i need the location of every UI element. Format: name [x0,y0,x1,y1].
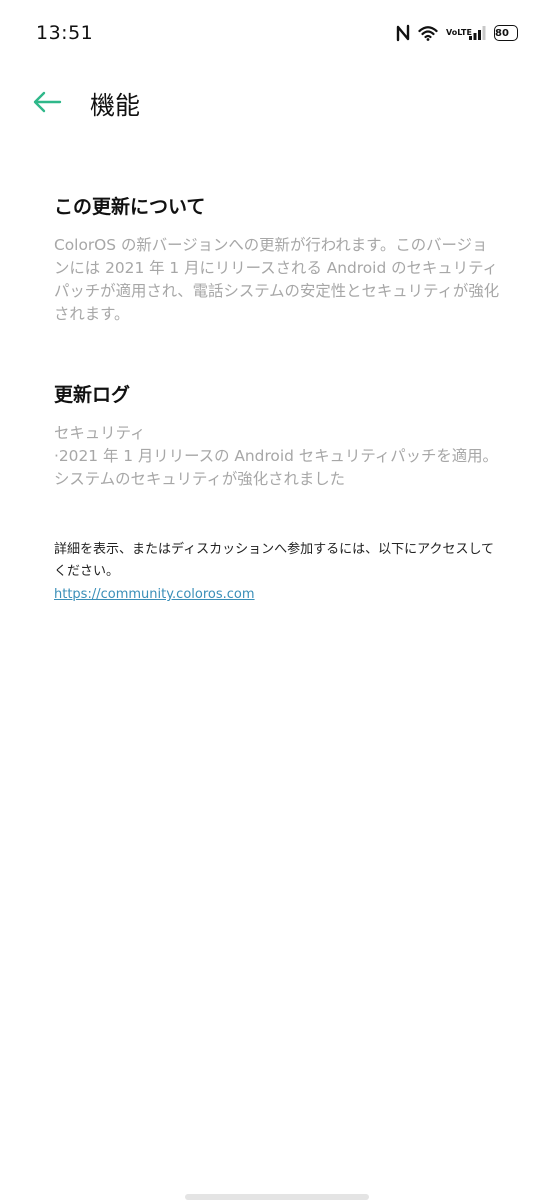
release-notes-content: この更新について ColorOS の新バージョンへの更新が行われます。このバージ… [54,190,502,606]
back-button[interactable] [26,84,68,124]
status-icons: Vo LTE 80 [396,22,518,44]
volte-icon: Vo LTE [446,28,472,37]
changelog-item: ·2021 年 1 月リリースの Android セキュリティパッチを適用。シス… [54,447,498,488]
battery-icon: 80 [494,25,518,41]
changelog-body: セキュリティ ·2021 年 1 月リリースの Android セキュリティパッ… [54,422,502,491]
page-title: 機能 [90,91,141,120]
arrow-left-icon [32,91,62,117]
more-info-section: 詳細を表示、またはディスカッションへ参加するには、以下にアクセスしてください。 … [54,539,502,606]
volte-top-label: Vo [446,28,458,37]
wifi-icon [418,25,438,41]
nfc-icon [396,24,410,42]
about-section: この更新について ColorOS の新バージョンへの更新が行われます。このバージ… [54,190,502,326]
signal-icon [468,25,486,41]
gesture-navigation-bar[interactable] [185,1194,369,1200]
about-heading: この更新について [54,196,206,218]
app-bar: 機能 [0,66,554,142]
status-bar: 13:51 Vo LTE 80 [0,0,554,66]
changelog-category: セキュリティ [54,424,146,442]
community-link[interactable]: https://community.coloros.com [54,584,255,606]
changelog-heading: 更新ログ [54,384,131,406]
about-body: ColorOS の新バージョンへの更新が行われます。このバージョンには 2021… [54,236,500,323]
status-time: 13:51 [36,22,94,44]
more-info-text: 詳細を表示、またはディスカッションへ参加するには、以下にアクセスしてください。 [54,542,495,579]
changelog-section: 更新ログ セキュリティ ·2021 年 1 月リリースの Android セキュ… [54,378,502,491]
